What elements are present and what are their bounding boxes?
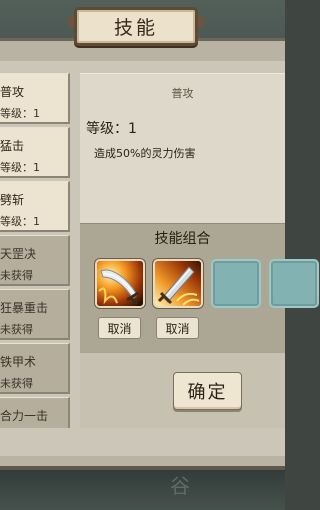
skill-level: 等级：1 xyxy=(0,161,40,174)
skill-item-berserk-strike[interactable]: 狂暴重击 未获得 xyxy=(0,289,70,340)
skill-item-tiangang[interactable]: 天罡决 未获得 xyxy=(0,235,70,286)
skill-combo-panel: 技能组合 取消 取消 xyxy=(80,223,319,353)
skill-name: 普攻 xyxy=(0,85,25,99)
skill-name: 天罡决 xyxy=(0,247,37,261)
skill-name: 猛击 xyxy=(0,139,25,153)
window-title-plate: 技能 xyxy=(74,7,198,46)
skill-item-heavy-strike[interactable]: 猛击 等级：1 xyxy=(0,127,70,178)
skill-status: 未获得 xyxy=(0,323,33,336)
skill-item-combined-strike[interactable]: 合力一击 xyxy=(0,397,70,428)
skill-detail-panel: 普攻 等级：1 造成50%的灵力伤害 xyxy=(80,73,285,223)
flaming-sword-icon xyxy=(97,261,143,306)
skill-item-normal-attack[interactable]: 普攻 等级：1 xyxy=(0,73,70,124)
detail-skill-name: 普攻 xyxy=(171,87,194,100)
fire-blade-icon xyxy=(155,261,201,306)
detail-skill-description: 造成50%的灵力伤害 xyxy=(94,147,196,160)
skill-item-iron-armor[interactable]: 铁甲术 未获得 xyxy=(0,343,70,394)
skill-status: 未获得 xyxy=(0,377,33,390)
skill-name: 合力一击 xyxy=(0,409,49,423)
detail-skill-level: 等级：1 xyxy=(86,121,137,137)
skill-level: 等级：1 xyxy=(0,215,40,228)
skill-level: 等级：1 xyxy=(0,107,40,120)
skill-name: 狂暴重击 xyxy=(0,301,49,315)
window-title: 技能 xyxy=(113,17,158,39)
skill-list[interactable]: 普攻 等级：1 猛击 等级：1 劈斩 等级：1 天罡决 未获得 狂暴重击 未获得… xyxy=(0,73,72,428)
cancel-slot-1-button[interactable]: 取消 xyxy=(98,317,141,339)
skill-item-cleave[interactable]: 劈斩 等级：1 xyxy=(0,181,70,232)
confirm-area: 确定 xyxy=(80,353,285,428)
combo-title: 技能组合 xyxy=(154,231,211,247)
cancel-slot-2-button[interactable]: 取消 xyxy=(156,317,199,339)
combo-slot-2[interactable] xyxy=(153,259,203,308)
skill-name: 劈斩 xyxy=(0,193,25,207)
confirm-button[interactable]: 确定 xyxy=(173,372,242,410)
skill-name: 铁甲术 xyxy=(0,355,37,369)
backdrop-glyph: 谷 xyxy=(170,474,190,498)
combo-slot-4[interactable] xyxy=(269,259,319,308)
skill-status: 未获得 xyxy=(0,269,33,282)
combo-slot-3[interactable] xyxy=(211,259,261,308)
combo-slot-1[interactable] xyxy=(95,259,145,308)
